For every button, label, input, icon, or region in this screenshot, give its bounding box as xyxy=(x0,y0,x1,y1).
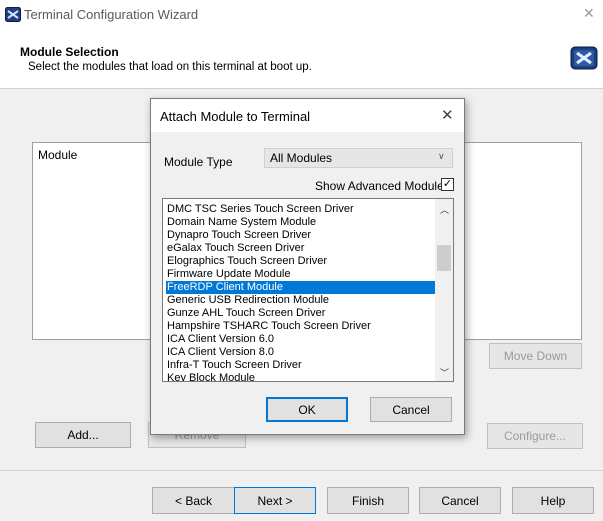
show-advanced-checkbox[interactable]: ✓ xyxy=(441,178,454,191)
list-item[interactable]: Key Block Module xyxy=(166,372,437,381)
cancel-button[interactable]: Cancel xyxy=(419,487,501,514)
show-advanced-label: Show Advanced Modules xyxy=(315,179,450,193)
ok-button[interactable]: OK xyxy=(266,397,348,422)
chevron-down-icon: ∨ xyxy=(438,151,445,161)
module-type-value: All Modules xyxy=(270,151,333,165)
close-icon[interactable]: ✕ xyxy=(441,106,454,124)
move-down-button[interactable]: Move Down xyxy=(489,343,582,369)
list-item[interactable]: Domain Name System Module xyxy=(166,216,437,229)
window-title: Terminal Configuration Wizard xyxy=(24,7,199,22)
list-item[interactable]: Dynapro Touch Screen Driver xyxy=(166,229,437,242)
footer-divider xyxy=(0,470,603,471)
terminal-wizard-icon xyxy=(570,46,598,73)
back-button[interactable]: < Back xyxy=(152,487,235,514)
list-item[interactable]: Hampshire TSHARC Touch Screen Driver xyxy=(166,320,437,333)
list-scrollbar[interactable] xyxy=(435,199,453,381)
help-button[interactable]: Help xyxy=(512,487,594,514)
module-type-label: Module Type xyxy=(164,155,233,169)
close-icon[interactable]: ✕ xyxy=(583,5,595,22)
next-button[interactable]: Next > xyxy=(234,487,316,514)
scroll-thumb[interactable] xyxy=(437,245,451,271)
list-item[interactable]: FreeRDP Client Module xyxy=(166,281,437,294)
page-title: Module Selection xyxy=(20,45,119,59)
dialog-title: Attach Module to Terminal xyxy=(160,109,311,124)
wizard-header xyxy=(0,30,603,89)
module-column-header: Module xyxy=(38,148,78,162)
page-subtitle: Select the modules that load on this ter… xyxy=(28,61,312,73)
terminal-wizard-icon xyxy=(5,7,21,25)
configure-button[interactable]: Configure... xyxy=(487,423,583,449)
list-item[interactable]: Firmware Update Module xyxy=(166,268,437,281)
list-item[interactable]: eGalax Touch Screen Driver xyxy=(166,242,437,255)
add-button[interactable]: Add... xyxy=(35,422,131,448)
scroll-down-icon[interactable]: ﹀ xyxy=(440,366,449,379)
list-item[interactable]: Generic USB Redirection Module xyxy=(166,294,437,307)
list-item[interactable]: DMC TSC Series Touch Screen Driver xyxy=(166,203,437,216)
list-item[interactable]: Gunze AHL Touch Screen Driver xyxy=(166,307,437,320)
scroll-up-icon[interactable]: ︿ xyxy=(440,203,449,216)
list-item[interactable]: ICA Client Version 6.0 xyxy=(166,333,437,346)
dialog-cancel-button[interactable]: Cancel xyxy=(370,397,452,422)
list-item[interactable]: ICA Client Version 8.0 xyxy=(166,346,437,359)
finish-button[interactable]: Finish xyxy=(327,487,409,514)
list-item[interactable]: Elographics Touch Screen Driver xyxy=(166,255,437,268)
list-item[interactable]: Infra-T Touch Screen Driver xyxy=(166,359,437,372)
available-modules-list[interactable]: DMC TSC Series Touch Screen Driver Domain… xyxy=(162,198,454,382)
